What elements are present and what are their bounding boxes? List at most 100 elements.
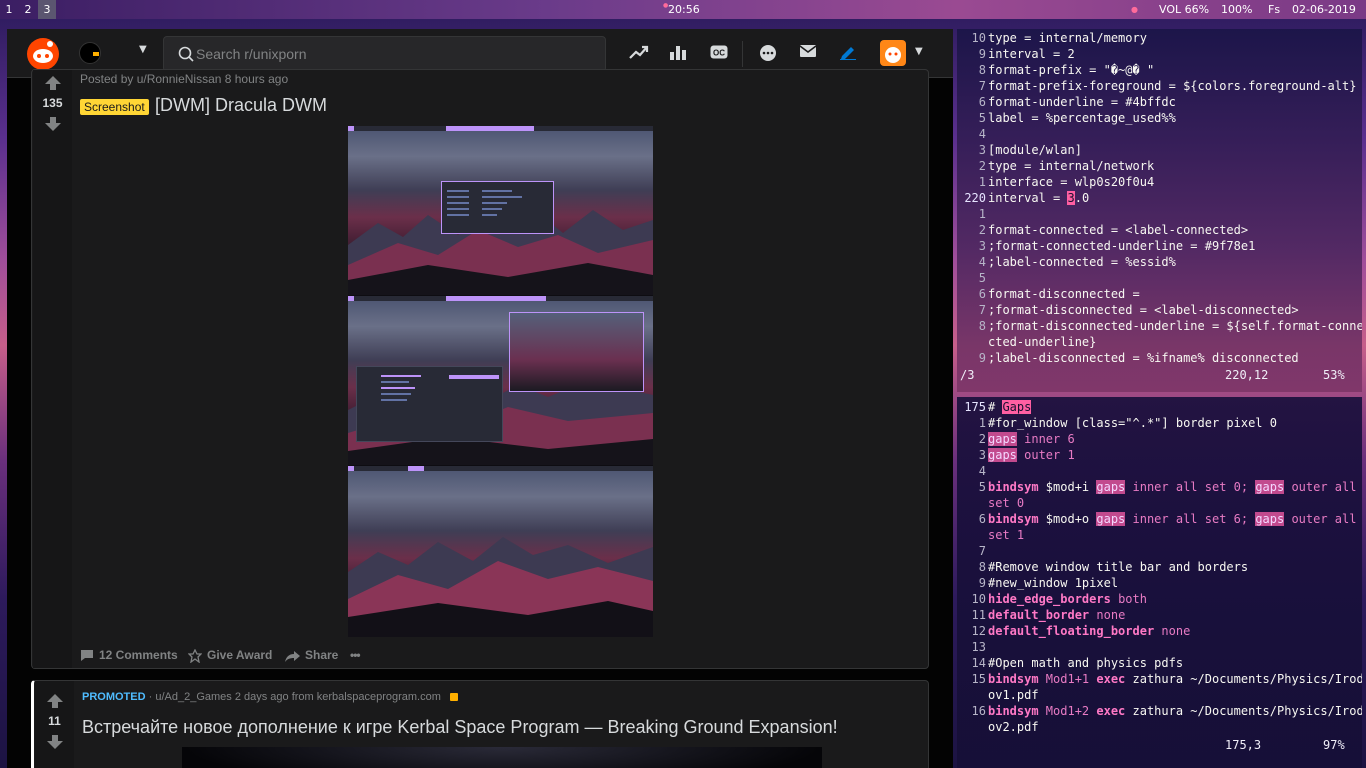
code-line: ov2.pdf (988, 720, 1039, 734)
code-line: 9 interval = 2 (978, 47, 1075, 61)
oc-icon[interactable]: OC (710, 44, 728, 60)
mail-icon[interactable] (800, 44, 816, 58)
more-options-button[interactable]: ••• (350, 645, 361, 665)
upvote-icon[interactable] (45, 76, 61, 90)
text-cursor: 3 (1067, 191, 1075, 205)
code-line: cted-underline} (988, 335, 1097, 349)
code-line: 1 (978, 207, 986, 221)
trending-icon[interactable] (629, 44, 649, 62)
code-line: ov1.pdf (988, 688, 1039, 702)
code-line: 6 format-disconnected = (978, 287, 1140, 301)
top-status-bar: 1 2 3 ● 20:56 ● VOL 66% 100% Fs 02-06-20… (0, 0, 1366, 19)
volume-indicator[interactable]: VOL 66% (1159, 0, 1209, 19)
code-line: 12 default_floating_border none (971, 624, 1191, 638)
code-line: 9 ;label-disconnected = %ifname% disconne… (978, 351, 1299, 365)
code-line: 3 ;format-connected-underline = #9f78e1 (978, 239, 1256, 253)
award-icon (188, 648, 202, 663)
vote-column: 11 (35, 681, 74, 768)
search-input[interactable] (196, 37, 596, 71)
code-line: set 0 (988, 496, 1025, 510)
post-author-info[interactable]: · u/Ad_2_Games 2 days ago from kerbalspa… (149, 691, 441, 703)
comments-button[interactable]: 12 Comments (80, 645, 178, 665)
code-line: 4 ;label-connected = %essid% (978, 255, 1176, 269)
code-line: 2 format-connected = <label-connected> (978, 223, 1249, 237)
vim-scroll-percent: 97% (1323, 738, 1345, 752)
chat-icon[interactable] (759, 44, 777, 62)
promo-image[interactable] (182, 747, 822, 768)
date: 02-06-2019 (1292, 3, 1356, 16)
code-line: 5 bindsym $mod+i gaps inner all set 0; ga… (978, 480, 1357, 494)
subreddit-icon[interactable] (79, 42, 101, 64)
code-line: 4 (978, 464, 986, 478)
vim-editor-bottom[interactable]: 175 # Gaps 1 #for_window [class="^.*"] bor… (957, 397, 1362, 768)
reddit-browser-window: ▼ OC ▼ 135 Posted by u/RonnieNissan 8 ho… (7, 29, 953, 768)
vim-search-status: /3 (960, 368, 975, 382)
post-title[interactable]: Встречайте новое дополнение к игре Kerba… (82, 717, 838, 738)
vim-cursor-position: 175,3 (1225, 738, 1262, 752)
code-line: 7 format-prefix-foreground = ${colors.for… (978, 79, 1357, 93)
code-line: 6 format-underline = #4bffdc (978, 95, 1176, 109)
code-line: 7 (978, 544, 986, 558)
code-line: 220 interval = 3.0 (964, 191, 1090, 205)
lock-icon (449, 693, 458, 702)
workspace-3[interactable]: 3 (38, 0, 56, 19)
code-line: 3 [module/wlan] (978, 143, 1082, 157)
vote-column: 135 (33, 70, 72, 668)
vote-score: 11 (48, 714, 61, 728)
code-line: 2 type = internal/network (978, 159, 1155, 173)
code-line: set 1 (988, 528, 1025, 542)
downvote-icon[interactable] (47, 735, 63, 749)
reddit-logo-icon[interactable] (27, 38, 59, 70)
status-dot-icon: ● (1131, 5, 1138, 14)
code-line: 3 gaps outer 1 (978, 448, 1075, 462)
code-line: 10 hide_edge_borders both (971, 592, 1147, 606)
code-line: 16 bindsym Mod1+2 exec zathura ~/Document… (971, 704, 1362, 718)
code-line: 2 gaps inner 6 (978, 432, 1075, 446)
vim-cursor-position: 220,12 (1225, 368, 1269, 382)
layout-indicator[interactable]: Fs (1268, 0, 1280, 19)
clock: 20:56 (668, 3, 700, 16)
give-award-button[interactable]: Give Award (188, 645, 272, 665)
create-post-pencil-icon[interactable] (840, 44, 856, 60)
code-line: 13 (971, 640, 986, 654)
user-avatar[interactable] (880, 40, 906, 66)
user-menu-chevron-icon[interactable]: ▼ (915, 46, 923, 57)
vote-score: 135 (42, 96, 63, 110)
leaderboard-icon[interactable] (670, 44, 686, 60)
code-line: 8 ;format-disconnected-underline = ${self… (978, 319, 1362, 333)
code-line: 9 #new_window 1pixel (978, 576, 1119, 590)
downvote-icon[interactable] (45, 117, 61, 131)
code-line: 1 interface = wlp0s20f0u4 (978, 175, 1155, 189)
post-flair[interactable]: Screenshot (80, 99, 149, 115)
community-dropdown-chevron-icon[interactable]: ▼ (139, 44, 147, 55)
header-divider (742, 41, 743, 67)
post-card[interactable]: 135 Posted by u/RonnieNissan 8 hours ago… (31, 69, 929, 669)
share-button[interactable]: Share (285, 645, 338, 665)
search-box[interactable] (163, 36, 606, 72)
vim-editor-top[interactable]: 10 type = internal/memory 9 interval = 2 8 fo… (957, 29, 1362, 392)
post-meta[interactable]: Posted by u/RonnieNissan 8 hours ago (80, 72, 288, 86)
share-arrow-icon (285, 650, 300, 662)
code-line: 1 #for_window [class="^.*"] border pixel … (978, 416, 1277, 430)
post-card[interactable]: 11 PROMOTED · u/Ad_2_Games 2 days ago fr… (31, 680, 929, 768)
battery-indicator: 100% (1221, 3, 1253, 16)
code-line: 11 default_border none (971, 608, 1126, 622)
code-line: 175 # Gaps (964, 400, 1032, 414)
search-icon (178, 46, 194, 62)
workspace-1[interactable]: 1 (0, 0, 18, 19)
post-image[interactable] (348, 126, 653, 637)
code-line: 4 (978, 127, 986, 141)
code-line: 5 label = %percentage_used%% (978, 111, 1176, 125)
upvote-icon[interactable] (47, 694, 63, 708)
post-title[interactable]: [DWM] Dracula DWM (155, 95, 327, 116)
code-line: 7 ;format-disconnected = <label-disconnec… (978, 303, 1299, 317)
code-line: 10 type = internal/memory (971, 31, 1147, 45)
code-line: 8 #Remove window title bar and borders (978, 560, 1249, 574)
svg-text:OC: OC (713, 49, 725, 58)
promoted-label: PROMOTED (82, 691, 146, 703)
code-line: 5 (978, 271, 986, 285)
workspace-2[interactable]: 2 (19, 0, 37, 19)
vim-scroll-percent: 53% (1323, 368, 1345, 382)
code-line: 14 #Open math and physics pdfs (971, 656, 1184, 670)
comment-icon (81, 650, 93, 662)
